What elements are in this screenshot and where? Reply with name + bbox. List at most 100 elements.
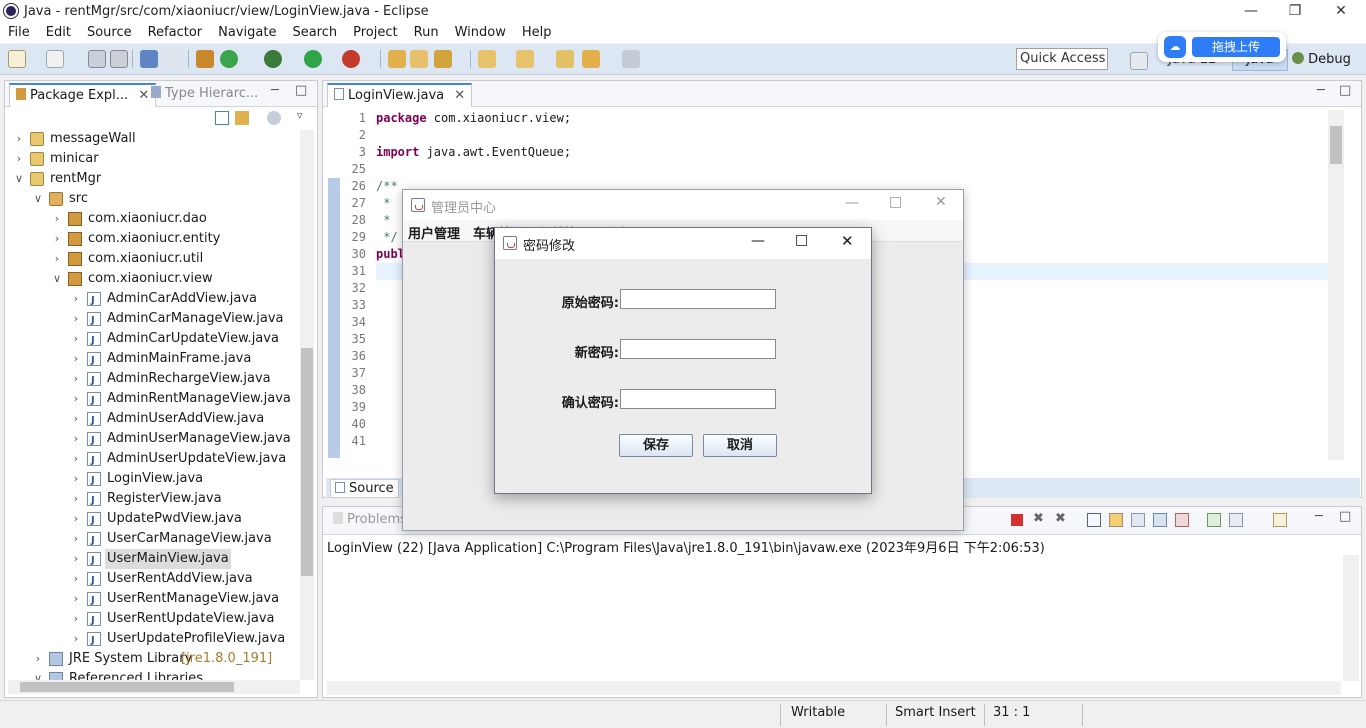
- collapse-all-icon[interactable]: [215, 111, 229, 125]
- search-icon[interactable]: [434, 50, 452, 68]
- chevron-right-icon[interactable]: ›: [70, 349, 82, 369]
- editor-vscroll-thumb[interactable]: [1330, 126, 1342, 164]
- admin-maximize-button[interactable]: □: [889, 194, 902, 210]
- chevron-right-icon[interactable]: ›: [70, 469, 82, 489]
- focus-icon[interactable]: [267, 111, 281, 125]
- tree-item[interactable]: › com.xiaoniucr.util: [5, 249, 301, 269]
- skip-breakpoints-icon[interactable]: [166, 50, 184, 68]
- chevron-right-icon[interactable]: ›: [70, 569, 82, 589]
- new-package-icon[interactable]: [196, 50, 214, 68]
- open-perspective-icon[interactable]: [1130, 52, 1148, 70]
- new-icon[interactable]: [8, 50, 26, 68]
- tree-item[interactable]: › messageWall: [5, 129, 301, 149]
- tab-login-view[interactable]: LoginView.java ✕: [327, 83, 473, 107]
- dialog-maximize-button[interactable]: □: [795, 232, 808, 248]
- maximize-editor-icon[interactable]: □: [1339, 83, 1351, 98]
- last-edit-icon[interactable]: [556, 50, 574, 68]
- chevron-right-icon[interactable]: ›: [32, 649, 44, 669]
- tree-item[interactable]: › UserRentUpdateView.java: [5, 609, 301, 631]
- tree-item[interactable]: › AdminCarAddView.java: [5, 289, 301, 311]
- menu-file[interactable]: File: [0, 23, 38, 43]
- remove-all-icon[interactable]: ✖: [1055, 511, 1066, 526]
- tab-type-hierarchy[interactable]: Type Hierarc...: [145, 83, 264, 107]
- tree-item[interactable]: › AdminRentManageView.java: [5, 389, 301, 411]
- save-button[interactable]: 保存: [619, 434, 693, 457]
- clear-console-icon[interactable]: [1087, 513, 1101, 527]
- new-class-icon[interactable]: [220, 50, 238, 68]
- open-type-icon[interactable]: [388, 50, 406, 68]
- maximize-console-icon[interactable]: □: [1339, 509, 1351, 524]
- menu-refactor[interactable]: Refactor: [140, 23, 211, 43]
- close-editor-tab-icon[interactable]: ✕: [454, 88, 465, 103]
- minimize-view-icon[interactable]: ─: [271, 83, 279, 98]
- confirm-password-field[interactable]: [620, 389, 776, 409]
- tree-item[interactable]: › UserUpdateProfileView.java: [5, 629, 301, 651]
- tree-item[interactable]: › AdminCarManageView.java: [5, 309, 301, 331]
- chevron-right-icon[interactable]: ›: [70, 429, 82, 449]
- explorer-vscroll-thumb[interactable]: [301, 348, 313, 576]
- tree-item[interactable]: › UserRentAddView.java: [5, 569, 301, 591]
- tree-item[interactable]: › UpdatePwdView.java: [5, 509, 301, 531]
- console-vscrollbar[interactable]: [1343, 555, 1359, 681]
- chevron-right-icon[interactable]: ›: [13, 129, 25, 149]
- chevron-right-icon[interactable]: ›: [51, 249, 63, 269]
- chevron-right-icon[interactable]: ›: [70, 629, 82, 649]
- open-task-icon[interactable]: [410, 50, 428, 68]
- tree-item[interactable]: › com.xiaoniucr.dao: [5, 209, 301, 229]
- pin-console-icon[interactable]: [1207, 513, 1221, 527]
- chevron-right-icon[interactable]: ›: [13, 149, 25, 169]
- chevron-right-icon[interactable]: ›: [70, 549, 82, 569]
- tree-item[interactable]: › AdminUserAddView.java: [5, 409, 301, 431]
- chevron-right-icon[interactable]: ›: [51, 229, 63, 249]
- cancel-button[interactable]: 取消: [703, 434, 777, 457]
- tree-item[interactable]: › com.xiaoniucr.entity: [5, 229, 301, 249]
- chevron-right-icon[interactable]: ›: [70, 389, 82, 409]
- word-wrap-icon[interactable]: [1131, 513, 1145, 527]
- back-icon[interactable]: [582, 50, 600, 68]
- admin-close-button[interactable]: ✕: [935, 194, 947, 210]
- tree-item[interactable]: › UserCarManageView.java: [5, 529, 301, 551]
- tree-item[interactable]: › AdminUserUpdateView.java: [5, 449, 301, 471]
- menu-run[interactable]: Run: [406, 23, 447, 43]
- tab-problems[interactable]: Problems: [327, 509, 413, 533]
- forward-icon[interactable]: [622, 50, 640, 68]
- display-console-icon[interactable]: [1229, 513, 1243, 527]
- chevron-right-icon[interactable]: ›: [70, 489, 82, 509]
- new-password-field[interactable]: [620, 339, 776, 359]
- open-console-icon[interactable]: [1273, 513, 1287, 527]
- menu-navigate[interactable]: Navigate: [210, 23, 284, 43]
- chevron-right-icon[interactable]: ›: [70, 589, 82, 609]
- chevron-right-icon[interactable]: ›: [70, 509, 82, 529]
- link-editor-icon[interactable]: [235, 111, 249, 125]
- quick-access-input[interactable]: Quick Access: [1016, 48, 1108, 70]
- show-stderr-icon[interactable]: [1175, 513, 1189, 527]
- chevron-right-icon[interactable]: ›: [70, 369, 82, 389]
- tree-item[interactable]: › AdminCarUpdateView.java: [5, 329, 301, 351]
- console-hscrollbar[interactable]: [327, 681, 1341, 695]
- perspective-debug[interactable]: Debug: [1292, 52, 1351, 67]
- dialog-minimize-button[interactable]: —: [751, 233, 765, 249]
- menu-edit[interactable]: Edit: [38, 23, 79, 43]
- view-menu-icon[interactable]: ▿: [297, 109, 303, 122]
- debug-icon[interactable]: [264, 50, 282, 68]
- menu-window[interactable]: Window: [447, 23, 514, 43]
- tree-item[interactable]: ∨ src: [5, 189, 301, 209]
- external-tools-icon[interactable]: [342, 50, 360, 68]
- tab-source[interactable]: Source: [330, 479, 399, 498]
- terminal-icon[interactable]: [140, 50, 158, 68]
- close-window-button[interactable]: ✕: [1318, 0, 1364, 23]
- chevron-right-icon[interactable]: ›: [70, 609, 82, 629]
- tree-item[interactable]: › AdminRechargeView.java: [5, 369, 301, 391]
- next-annotation-icon[interactable]: [478, 50, 496, 68]
- tree-item[interactable]: › minicar: [5, 149, 301, 169]
- old-password-field[interactable]: [620, 289, 776, 309]
- remove-launch-icon[interactable]: ✖: [1033, 511, 1044, 526]
- menu-source[interactable]: Source: [79, 23, 140, 43]
- run-icon[interactable]: [304, 50, 322, 68]
- tree-item[interactable]: › UserMainView.java: [5, 549, 301, 571]
- save-icon[interactable]: [88, 50, 106, 68]
- menu-user-manage[interactable]: 用户管理: [408, 223, 460, 242]
- tree-item[interactable]: › AdminUserManageView.java: [5, 429, 301, 451]
- tree-item[interactable]: › LoginView.java: [5, 469, 301, 491]
- maximize-button[interactable]: ❐: [1272, 0, 1318, 23]
